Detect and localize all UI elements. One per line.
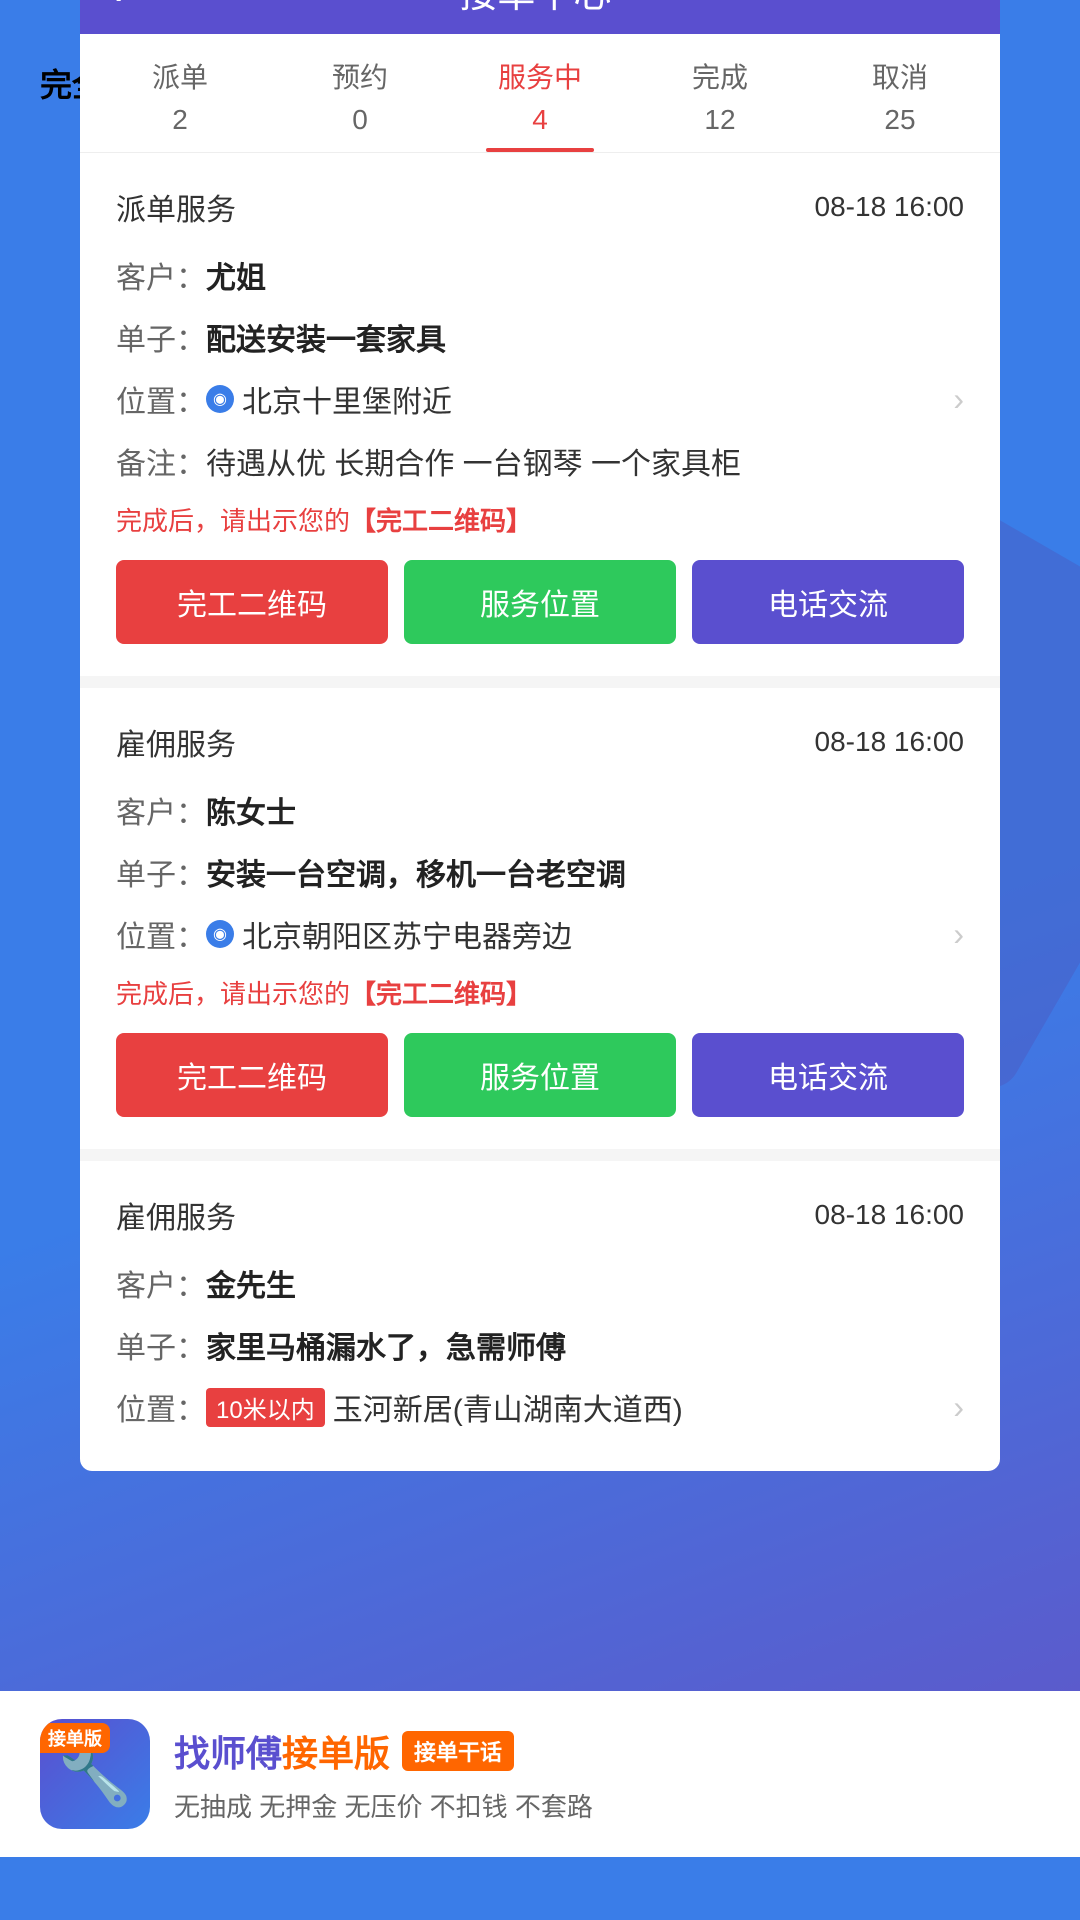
location-icon-2 — [206, 920, 234, 948]
card3-customer-row: 客户： 金先生 — [116, 1261, 964, 1305]
card3-order-label: 单子： — [116, 1323, 206, 1367]
card3-location-arrow: › — [953, 1389, 964, 1426]
ad-banner: 接单版 🔧 找师傅接单版 接单干话 无抽成 无押金 无压价 不扣钱 不套路 — [0, 1691, 1080, 1857]
card1-location: 北京十里堡附近 — [242, 377, 953, 421]
tab-dispatch[interactable]: 派单 2 — [90, 34, 270, 152]
card1-customer-label: 客户： — [116, 253, 206, 297]
card2-time: 08-18 16:00 — [815, 726, 964, 758]
card1-order: 配送安装一套家具 — [206, 315, 446, 359]
tab-in-service-count: 4 — [532, 104, 548, 136]
card1-order-row: 单子： 配送安装一套家具 — [116, 315, 964, 359]
tabs-container: 派单 2 预约 0 服务中 4 完成 12 取消 25 — [80, 34, 1000, 153]
card3-customer-label: 客户： — [116, 1261, 206, 1305]
tab-appointment[interactable]: 预约 0 — [270, 34, 450, 152]
card1-btn-phone[interactable]: 电话交流 — [692, 560, 964, 644]
card1-note: 待遇从优 长期合作 一台钢琴 一个家具柜 — [206, 439, 741, 483]
card2-type: 雇佣服务 — [116, 720, 236, 764]
card2-btn-location[interactable]: 服务位置 — [404, 1033, 676, 1117]
card1-btn-qr[interactable]: 完工二维码 — [116, 560, 388, 644]
ad-icon: 接单版 🔧 — [40, 1719, 150, 1829]
tab-complete-label: 完成 — [692, 56, 748, 96]
card2-location: 北京朝阳区苏宁电器旁边 — [242, 912, 953, 956]
card1-order-label: 单子： — [116, 315, 206, 359]
card1-btn-location[interactable]: 服务位置 — [404, 560, 676, 644]
ad-title-row: 找师傅接单版 接单干话 — [174, 1725, 1040, 1777]
card2-actions: 完工二维码 服务位置 电话交流 — [116, 1033, 964, 1117]
card2-btn-phone[interactable]: 电话交流 — [692, 1033, 964, 1117]
nav-bar: ‹ 接单中心 — [80, 0, 1000, 34]
card2-order-label: 单子： — [116, 850, 206, 894]
card3-order-row: 单子： 家里马桶漏水了，急需师傅 — [116, 1323, 964, 1367]
card1-customer-row: 客户： 尤姐 — [116, 253, 964, 297]
card1-customer: 尤姐 — [206, 253, 266, 297]
tab-cancel-label: 取消 — [872, 56, 928, 96]
card2-location-label: 位置： — [116, 912, 206, 956]
card2-btn-qr[interactable]: 完工二维码 — [116, 1033, 388, 1117]
card3-type: 雇佣服务 — [116, 1193, 236, 1237]
service-card-1: 派单服务 08-18 16:00 客户： 尤姐 单子： 配送安装一套家具 位置：… — [80, 153, 1000, 688]
card3-customer: 金先生 — [206, 1261, 296, 1305]
tab-dispatch-count: 2 — [172, 104, 188, 136]
card2-location-row[interactable]: 位置： 北京朝阳区苏宁电器旁边 › — [116, 912, 964, 956]
tab-in-service-label: 服务中 — [498, 56, 582, 96]
card2-customer: 陈女士 — [206, 788, 296, 832]
card1-qr-reminder: 完成后，请出示您的【完工二维码】 — [116, 501, 964, 538]
card2-customer-label: 客户： — [116, 788, 206, 832]
distance-badge: 10米以内 — [206, 1388, 325, 1427]
back-button[interactable]: ‹ — [108, 0, 123, 15]
card2-order-row: 单子： 安装一台空调，移机一台老空调 — [116, 850, 964, 894]
card1-note-row: 备注： 待遇从优 长期合作 一台钢琴 一个家具柜 — [116, 439, 964, 483]
tab-appointment-label: 预约 — [332, 56, 388, 96]
card3-order: 家里马桶漏水了，急需师傅 — [206, 1323, 566, 1367]
card1-actions: 完工二维码 服务位置 电话交流 — [116, 560, 964, 644]
card1-location-arrow: › — [953, 381, 964, 418]
ad-icon-badge: 接单版 — [40, 1723, 110, 1753]
ad-title-badge: 接单干话 — [402, 1731, 514, 1771]
tab-dispatch-label: 派单 — [152, 56, 208, 96]
card2-location-arrow: › — [953, 916, 964, 953]
tab-complete[interactable]: 完成 12 — [630, 34, 810, 152]
card3-location-label: 位置： — [116, 1385, 206, 1429]
card2-qr-reminder: 完成后，请出示您的【完工二维码】 — [116, 974, 964, 1011]
ad-title-main: 找师傅接单版 — [174, 1725, 390, 1777]
card3-location-row[interactable]: 位置： 10米以内 玉河新居(青山湖南大道西) › — [116, 1385, 964, 1429]
card1-time: 08-18 16:00 — [815, 191, 964, 223]
card2-order: 安装一台空调，移机一台老空调 — [206, 850, 626, 894]
card3-time: 08-18 16:00 — [815, 1199, 964, 1231]
nav-title: 接单中心 — [143, 0, 928, 18]
service-card-3: 雇佣服务 08-18 16:00 客户： 金先生 单子： 家里马桶漏水了，急需师… — [80, 1161, 1000, 1471]
tab-in-service[interactable]: 服务中 4 — [450, 34, 630, 152]
location-icon-1 — [206, 385, 234, 413]
tab-appointment-count: 0 — [352, 104, 368, 136]
card1-location-label: 位置： — [116, 377, 206, 421]
main-card: ‹ 接单中心 派单 2 预约 0 服务中 4 完成 12 取消 25 — [80, 0, 1000, 1471]
service-card-2: 雇佣服务 08-18 16:00 客户： 陈女士 单子： 安装一台空调，移机一台… — [80, 688, 1000, 1161]
tab-cancel[interactable]: 取消 25 — [810, 34, 990, 152]
card1-type: 派单服务 — [116, 185, 236, 229]
card1-location-row[interactable]: 位置： 北京十里堡附近 › — [116, 377, 964, 421]
card3-location: 玉河新居(青山湖南大道西) — [333, 1385, 954, 1429]
ad-subtitle: 无抽成 无押金 无压价 不扣钱 不套路 — [174, 1787, 1040, 1824]
tab-cancel-count: 25 — [884, 104, 915, 136]
card2-customer-row: 客户： 陈女士 — [116, 788, 964, 832]
card1-note-label: 备注： — [116, 439, 206, 483]
tab-complete-count: 12 — [704, 104, 735, 136]
ad-content: 找师傅接单版 接单干话 无抽成 无押金 无压价 不扣钱 不套路 — [174, 1725, 1040, 1824]
